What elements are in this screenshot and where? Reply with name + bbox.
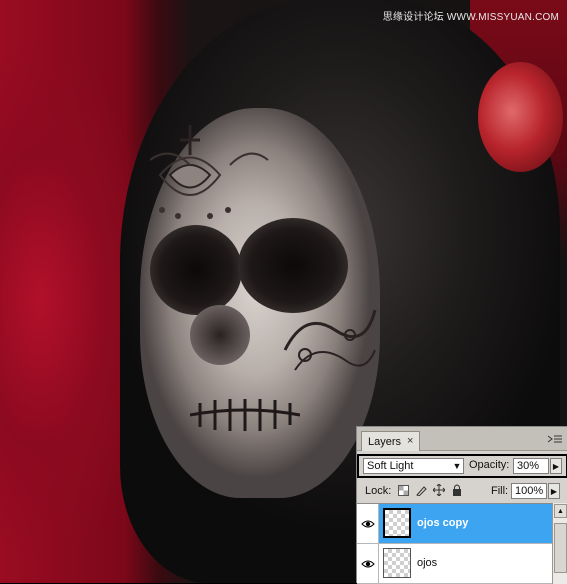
layers-panel: Layers × Soft Light ▼ Opacity: 30% ▶ Loc…	[356, 426, 567, 584]
layers-list: ojos copy ojos	[357, 503, 552, 584]
opacity-slider-button[interactable]: ▶	[550, 458, 562, 474]
panel-tab-row: Layers ×	[357, 427, 567, 451]
lock-fill-row: Lock: Fill: 100% ▶	[357, 482, 567, 502]
tab-layers-label: Layers	[368, 435, 402, 448]
fill-label: Fill:	[491, 485, 509, 497]
layer-thumbnail[interactable]	[383, 508, 411, 538]
lock-image-pixels-icon[interactable]	[415, 484, 427, 496]
eye-icon[interactable]	[357, 544, 379, 583]
cheek-pattern	[283, 309, 377, 371]
layers-scrollbar[interactable]: ▲	[552, 503, 567, 584]
blend-mode-select[interactable]: Soft Light ▼	[363, 458, 464, 474]
lock-transparent-pixels-icon[interactable]	[397, 484, 409, 496]
close-icon[interactable]: ×	[407, 436, 413, 447]
menu-lines-icon	[547, 435, 562, 443]
left-eye-socket	[150, 225, 242, 315]
lock-position-icon[interactable]	[433, 484, 445, 496]
fill-slider-button[interactable]: ▶	[548, 483, 560, 499]
layer-row-ojos[interactable]: ojos	[357, 544, 552, 584]
layer-name[interactable]: ojos	[417, 557, 437, 569]
lock-label: Lock:	[365, 485, 392, 497]
nose-shape	[190, 305, 250, 365]
layer-name[interactable]: ojos copy	[417, 517, 468, 529]
scroll-thumb[interactable]	[554, 523, 567, 573]
chevron-down-icon: ▼	[452, 461, 462, 471]
opacity-input[interactable]: 30%	[513, 458, 549, 474]
eye-icon[interactable]	[357, 504, 379, 543]
fill-input[interactable]: 100%	[511, 483, 547, 499]
mouth-stitches	[190, 399, 300, 431]
lock-all-icon[interactable]	[451, 484, 463, 496]
forehead-pattern	[150, 125, 269, 219]
opacity-label: Opacity:	[469, 459, 510, 471]
watermark-text: 思缘设计论坛 WWW.MISSYUAN.COM	[382, 12, 559, 23]
layer-thumbnail[interactable]	[383, 548, 411, 578]
red-flower	[478, 62, 563, 172]
layer-row-ojos-copy[interactable]: ojos copy	[357, 504, 552, 544]
blend-mode-value: Soft Light	[367, 460, 414, 472]
opacity-value: 30%	[517, 460, 540, 472]
scroll-up-icon[interactable]: ▲	[554, 504, 567, 518]
tab-layers[interactable]: Layers ×	[361, 431, 421, 451]
blend-opacity-row: Soft Light ▼ Opacity: 30% ▶	[357, 454, 567, 478]
panel-menu-icon[interactable]	[546, 433, 564, 445]
fill-value: 100%	[515, 485, 544, 497]
